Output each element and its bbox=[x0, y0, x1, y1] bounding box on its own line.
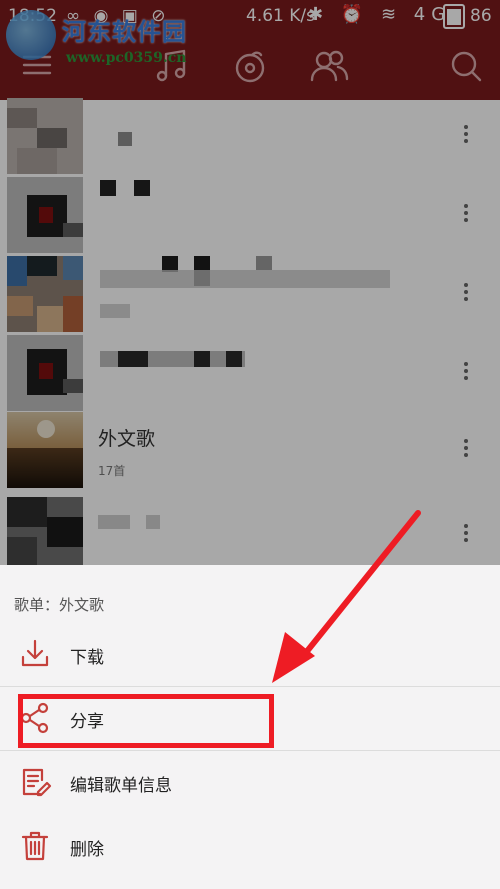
playlist-row[interactable] bbox=[0, 177, 500, 255]
playlist-cover bbox=[7, 497, 83, 573]
download-icon bbox=[18, 637, 52, 671]
playlist-row[interactable] bbox=[0, 335, 500, 413]
more-options-icon[interactable] bbox=[458, 122, 474, 152]
playlist-cover bbox=[7, 256, 83, 332]
delete-label: 删除 bbox=[70, 840, 104, 860]
playlist-title: 外文歌 bbox=[98, 428, 156, 450]
delete-menu-item[interactable]: 删除 bbox=[0, 815, 500, 879]
playlist-row[interactable]: 外文歌 17首 bbox=[0, 412, 500, 490]
edit-playlist-label: 编辑歌单信息 bbox=[70, 776, 172, 796]
more-options-icon[interactable] bbox=[458, 521, 474, 551]
disc-icon[interactable] bbox=[230, 46, 270, 90]
trash-icon bbox=[18, 829, 52, 863]
playlist-count: 17首 bbox=[98, 464, 126, 478]
playlist-list: 外文歌 17首 bbox=[0, 98, 500, 573]
battery-icon bbox=[443, 4, 465, 29]
watermark-logo-icon bbox=[6, 10, 56, 60]
playlist-cover bbox=[7, 98, 83, 174]
network-speed: 4.61 K/s bbox=[246, 6, 315, 26]
annotation-highlight-box bbox=[18, 694, 274, 748]
battery-level: 86 bbox=[470, 6, 492, 26]
download-label: 下载 bbox=[70, 648, 104, 668]
playlist-cover bbox=[7, 335, 83, 411]
more-options-icon[interactable] bbox=[458, 436, 474, 466]
more-options-icon[interactable] bbox=[458, 280, 474, 310]
watermark-title: 河东软件园 bbox=[62, 17, 187, 46]
playlist-row[interactable] bbox=[0, 256, 500, 334]
system-icons: ✱ ⏰ ≋ 4G bbox=[308, 4, 452, 25]
search-icon[interactable] bbox=[446, 46, 486, 90]
watermark: 河东软件园 www.pc0359.cn bbox=[4, 6, 214, 74]
users-icon[interactable] bbox=[308, 46, 350, 90]
playlist-cover bbox=[7, 412, 83, 488]
edit-icon bbox=[18, 765, 52, 799]
more-options-icon[interactable] bbox=[458, 201, 474, 231]
download-menu-item[interactable]: 下载 bbox=[0, 623, 500, 687]
more-options-icon[interactable] bbox=[458, 359, 474, 389]
sheet-header: 歌单：外文歌 bbox=[14, 596, 105, 614]
edit-playlist-menu-item[interactable]: 编辑歌单信息 bbox=[0, 751, 500, 815]
playlist-row[interactable] bbox=[0, 497, 500, 575]
playlist-cover bbox=[7, 177, 83, 253]
watermark-url: www.pc0359.cn bbox=[66, 50, 187, 66]
playlist-row[interactable] bbox=[0, 98, 500, 176]
